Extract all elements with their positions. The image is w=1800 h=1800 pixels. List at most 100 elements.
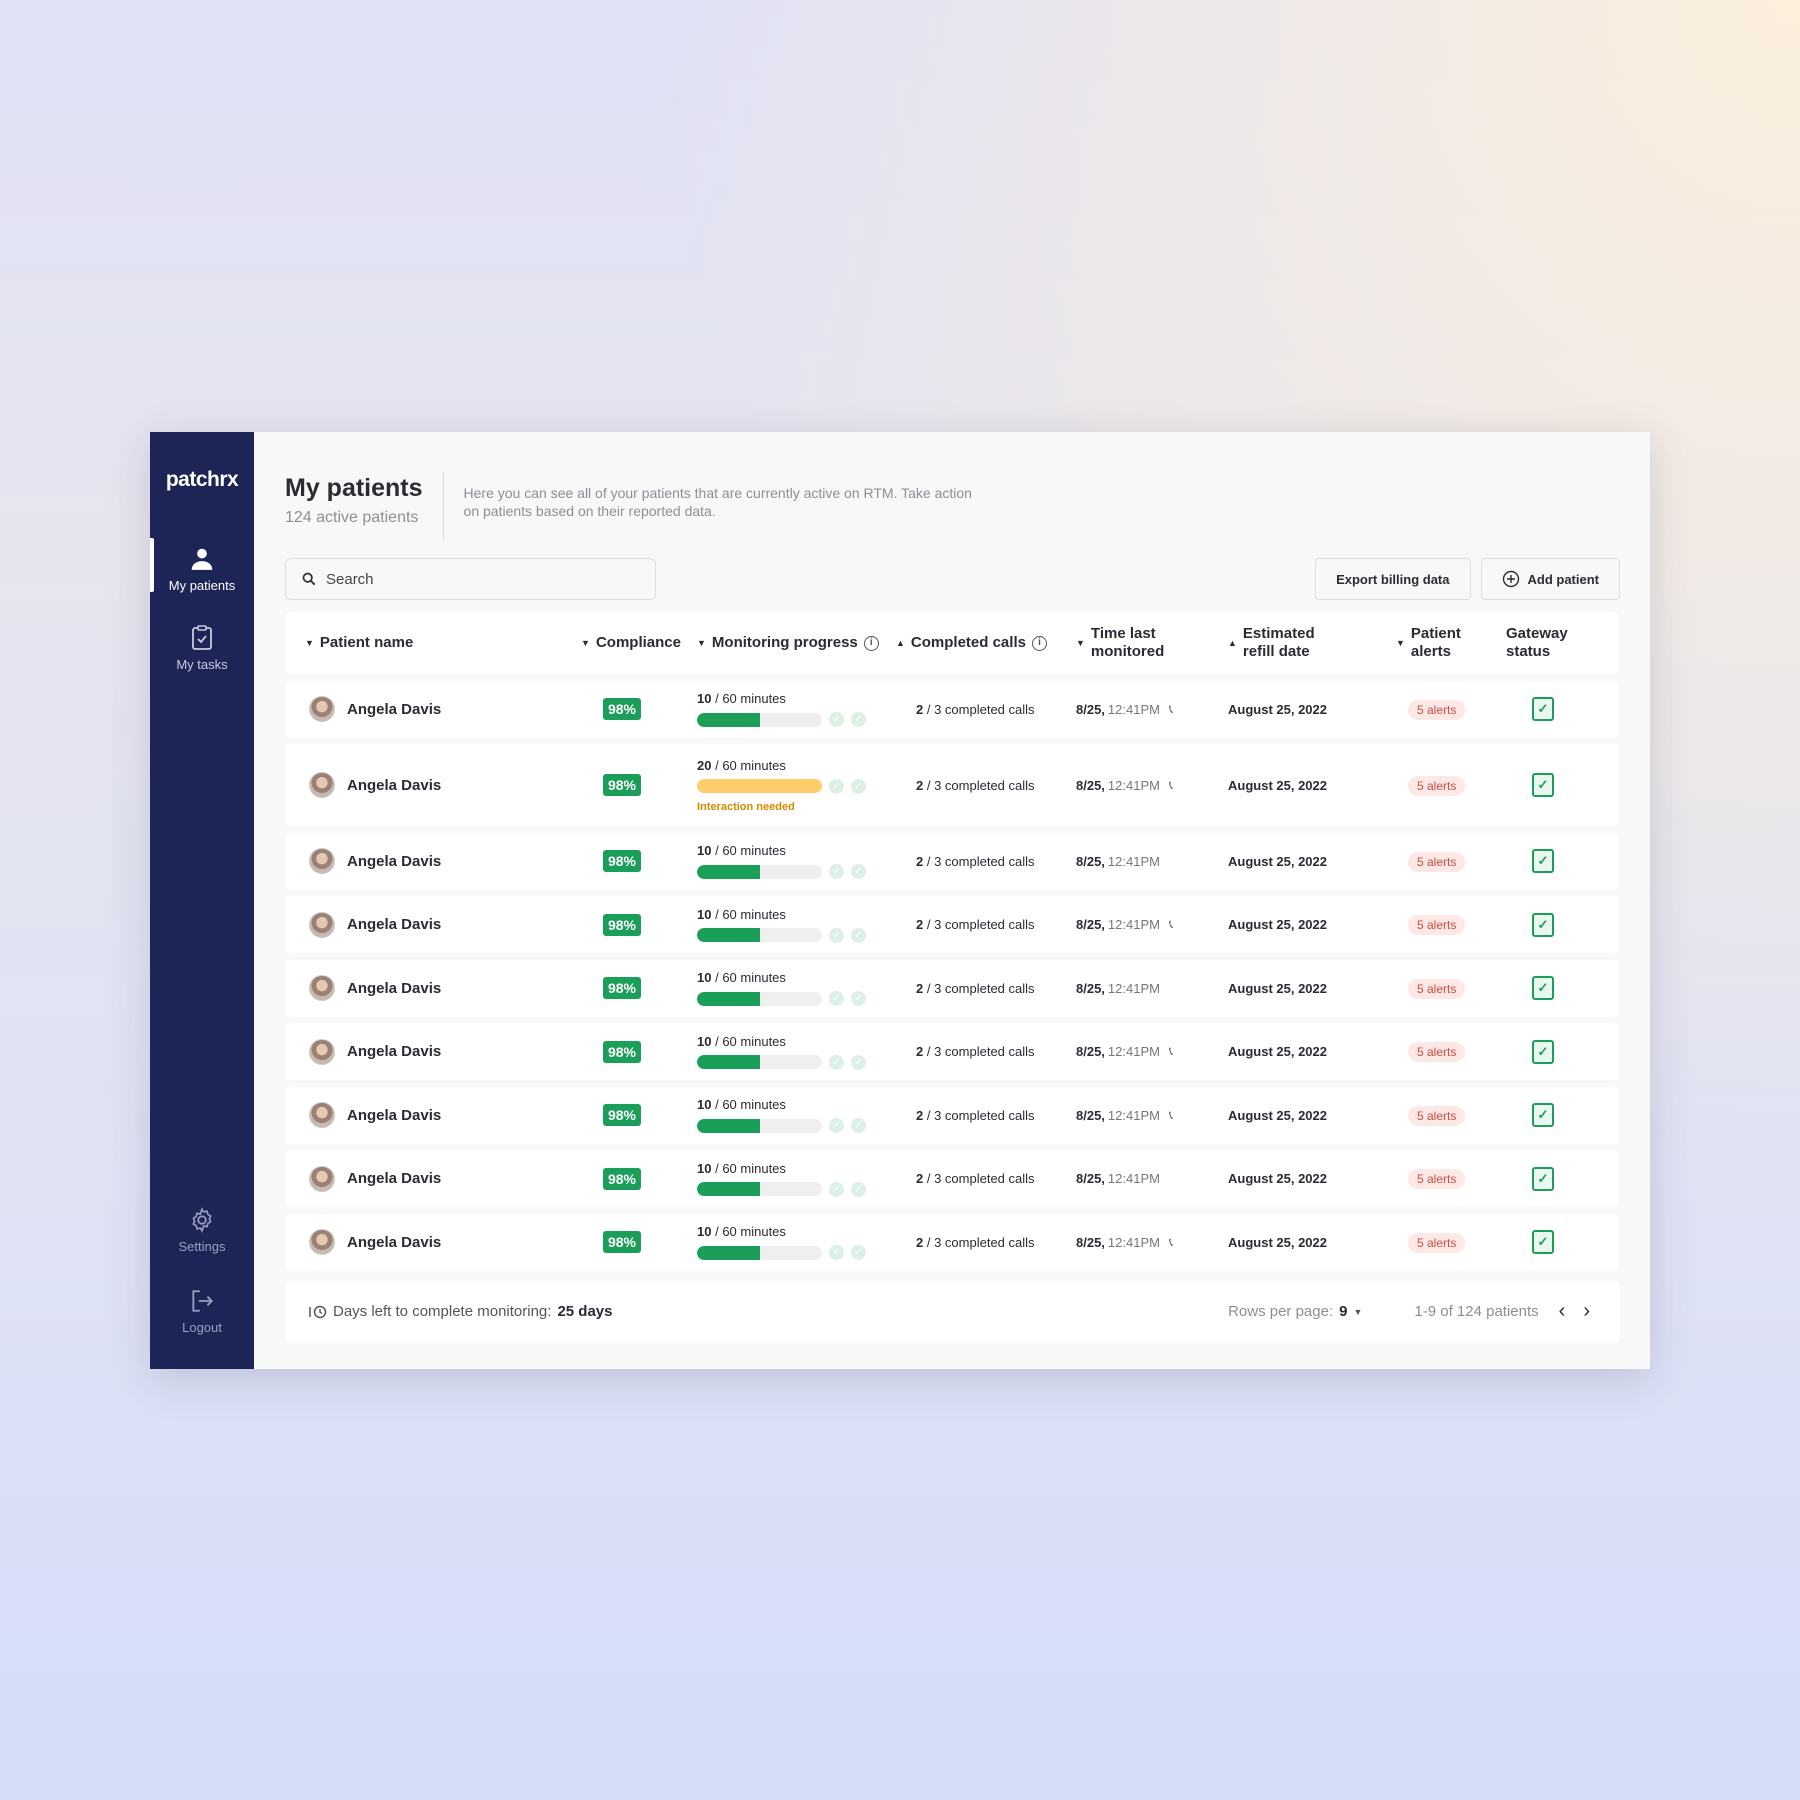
- patient-name[interactable]: Angela Davis: [347, 701, 441, 718]
- alerts-badge[interactable]: 5 alerts: [1408, 1232, 1466, 1253]
- patient-name[interactable]: Angela Davis: [347, 1043, 441, 1060]
- time-clock: 12:41PM: [1107, 777, 1160, 793]
- table-row[interactable]: Angela Davis 98% 10 / 60 minutes ✓ ✓ 2 /…: [285, 896, 1619, 953]
- column-header-compliance[interactable]: ▼ Compliance: [561, 634, 691, 652]
- monitoring-progress-cell: 10 / 60 minutes ✓ ✓: [691, 1034, 896, 1070]
- compliance-cell: 98%: [561, 850, 691, 872]
- alerts-badge[interactable]: 5 alerts: [1408, 978, 1466, 999]
- alerts-badge[interactable]: 5 alerts: [1408, 851, 1466, 872]
- sidebar-item-logout[interactable]: Logout: [150, 1288, 254, 1335]
- chevron-down-icon: ▼: [1353, 1306, 1363, 1317]
- sidebar-item-label: Logout: [182, 1320, 222, 1335]
- table-row[interactable]: Angela Davis 98% 10 / 60 minutes ✓ ✓ 2 /…: [285, 959, 1619, 1017]
- monitoring-progress-fill: [697, 712, 760, 727]
- table-row[interactable]: Angela Davis 98% 10 / 60 minutes ✓ ✓ 2 /…: [285, 680, 1619, 738]
- refill-date-cell: August 25, 2022: [1228, 701, 1327, 717]
- gateway-status-cell: ✓: [1506, 912, 1596, 937]
- patient-name[interactable]: Angela Davis: [347, 980, 441, 997]
- info-icon[interactable]: i: [1031, 635, 1047, 651]
- compliance-cell: 98%: [561, 698, 691, 720]
- calls-text: / 3 completed calls: [926, 980, 1035, 996]
- monitoring-minutes-done: 10: [697, 1224, 712, 1239]
- gateway-ok-icon: ✓: [1532, 773, 1554, 797]
- add-patient-button[interactable]: Add patient: [1480, 558, 1620, 600]
- alerts-badge[interactable]: 5 alerts: [1408, 1169, 1466, 1189]
- rows-per-page[interactable]: Rows per page: 9 ▼: [1228, 1303, 1362, 1320]
- monitoring-progress-fill: [697, 864, 760, 879]
- alerts-badge[interactable]: 5 alerts: [1408, 1105, 1466, 1126]
- monitoring-minutes-total: / 60 minutes: [715, 970, 786, 985]
- alerts-badge[interactable]: 5 alerts: [1408, 775, 1466, 796]
- prev-page-icon[interactable]: ‹: [1559, 1300, 1566, 1323]
- export-billing-button[interactable]: Export billing data: [1315, 558, 1471, 600]
- calls-done: 2: [916, 1171, 924, 1186]
- time-clock: 12:41PM: [1107, 1107, 1160, 1123]
- monitoring-progress-cell: 20 / 60 minutes ✓ ✓ Interaction needed: [691, 758, 896, 813]
- table-row[interactable]: Angela Davis 98% 20 / 60 minutes ✓ ✓ Int…: [285, 744, 1619, 826]
- monitoring-progress-bar: [697, 1245, 822, 1260]
- table-row[interactable]: Angela Davis 98% 10 / 60 minutes ✓ ✓ 2 /…: [285, 1213, 1619, 1271]
- column-header-monitoring-progress[interactable]: ▼ Monitoring progress i: [691, 634, 896, 652]
- patient-name[interactable]: Angela Davis: [347, 1170, 441, 1187]
- sidebar-item-my-tasks[interactable]: My tasks: [150, 625, 254, 672]
- patient-name[interactable]: Angela Davis: [347, 916, 441, 933]
- column-header-time-last-monitored[interactable]: ▼ Time last monitored: [1076, 625, 1228, 661]
- check-circle-icon: ✓: [829, 1054, 844, 1070]
- patient-name[interactable]: Angela Davis: [347, 853, 441, 870]
- calls-text: / 3 completed calls: [926, 1171, 1035, 1186]
- monitoring-progress-bar: [697, 1182, 822, 1196]
- column-header-estimated-refill-date[interactable]: ▲ Estimated refill date: [1228, 625, 1396, 661]
- alerts-badge[interactable]: 5 alerts: [1408, 1042, 1466, 1062]
- gateway-ok-icon: ✓: [1532, 849, 1554, 873]
- refill-date-cell: August 25, 2022: [1228, 1234, 1327, 1250]
- gateway-ok-icon: ✓: [1532, 1103, 1554, 1127]
- sidebar: patchrx My patients My tasks Settings Lo…: [150, 432, 254, 1369]
- column-header-patient-alerts[interactable]: ▼ Patient alerts: [1396, 625, 1506, 661]
- table-row[interactable]: Angela Davis 98% 10 / 60 minutes ✓ ✓ 2 /…: [285, 1150, 1619, 1207]
- gateway-status-cell: ✓: [1506, 976, 1596, 1000]
- table-row[interactable]: Angela Davis 98% 10 / 60 minutes ✓ ✓ 2 /…: [285, 1086, 1619, 1144]
- monitoring-progress-bar: [697, 928, 822, 942]
- patient-name[interactable]: Angela Davis: [347, 1107, 441, 1124]
- column-header-completed-calls[interactable]: ▲ Completed calls i: [896, 634, 1076, 652]
- patient-name-cell: Angela Davis: [285, 1038, 561, 1065]
- time-last-monitored-cell: 8/25, 12:41PM 📞︎: [1076, 702, 1228, 717]
- calls-text: / 3 completed calls: [926, 1234, 1035, 1250]
- monitoring-minutes-done: 10: [697, 1160, 712, 1176]
- time-last-monitored-cell: 8/25, 12:41PM 📞︎: [1076, 1044, 1228, 1059]
- completed-calls-cell: 2 / 3 completed calls: [896, 1235, 1076, 1250]
- monitoring-minutes-done: 10: [697, 906, 712, 922]
- page-subtitle: 124 active patients: [285, 509, 419, 526]
- refill-date-cell: August 25, 2022: [1228, 1107, 1327, 1123]
- monitoring-progress-cell: 10 / 60 minutes ✓ ✓: [691, 907, 896, 943]
- gateway-status-cell: ✓: [1506, 697, 1596, 721]
- search-input[interactable]: [326, 570, 606, 588]
- alerts-badge[interactable]: 5 alerts: [1408, 915, 1466, 935]
- patient-name[interactable]: Angela Davis: [347, 777, 441, 794]
- info-icon[interactable]: i: [863, 635, 879, 651]
- pagination-controls: ‹ ›: [1559, 1300, 1590, 1323]
- alerts-badge[interactable]: 5 alerts: [1408, 699, 1466, 720]
- check-circle-icon: ✓: [851, 1181, 866, 1197]
- column-header-patient-name[interactable]: ▼ Patient name: [285, 634, 561, 652]
- monitoring-minutes-done: 10: [697, 1097, 712, 1112]
- main-content: My patients 124 active patients Here you…: [254, 432, 1651, 1369]
- table-footer: Days left to complete monitoring: 25 day…: [285, 1280, 1620, 1343]
- refill-date-cell: August 25, 2022: [1228, 1171, 1327, 1186]
- sidebar-item-my-patients[interactable]: My patients: [150, 538, 254, 593]
- check-circle-icon: ✓: [829, 778, 844, 794]
- time-date: 8/25,: [1076, 1234, 1105, 1250]
- table-row[interactable]: Angela Davis 98% 10 / 60 minutes ✓ ✓ 2 /…: [285, 1023, 1619, 1080]
- sidebar-item-settings[interactable]: Settings: [150, 1207, 254, 1254]
- table-row[interactable]: Angela Davis 98% 10 / 60 minutes ✓ ✓ 2 /…: [285, 832, 1619, 890]
- patient-name[interactable]: Angela Davis: [347, 1234, 441, 1251]
- sort-down-icon: ▼: [1396, 638, 1405, 648]
- phone-icon: 📞︎: [1168, 701, 1174, 716]
- monitoring-minutes-total: / 60 minutes: [715, 757, 786, 773]
- time-date: 8/25,: [1076, 917, 1105, 932]
- gateway-ok-icon: ✓: [1532, 976, 1554, 1000]
- patient-alerts-cell: 5 alerts: [1396, 1232, 1506, 1253]
- gateway-ok-icon: ✓: [1532, 1166, 1554, 1191]
- next-page-icon[interactable]: ›: [1583, 1300, 1590, 1323]
- avatar: [309, 1229, 335, 1255]
